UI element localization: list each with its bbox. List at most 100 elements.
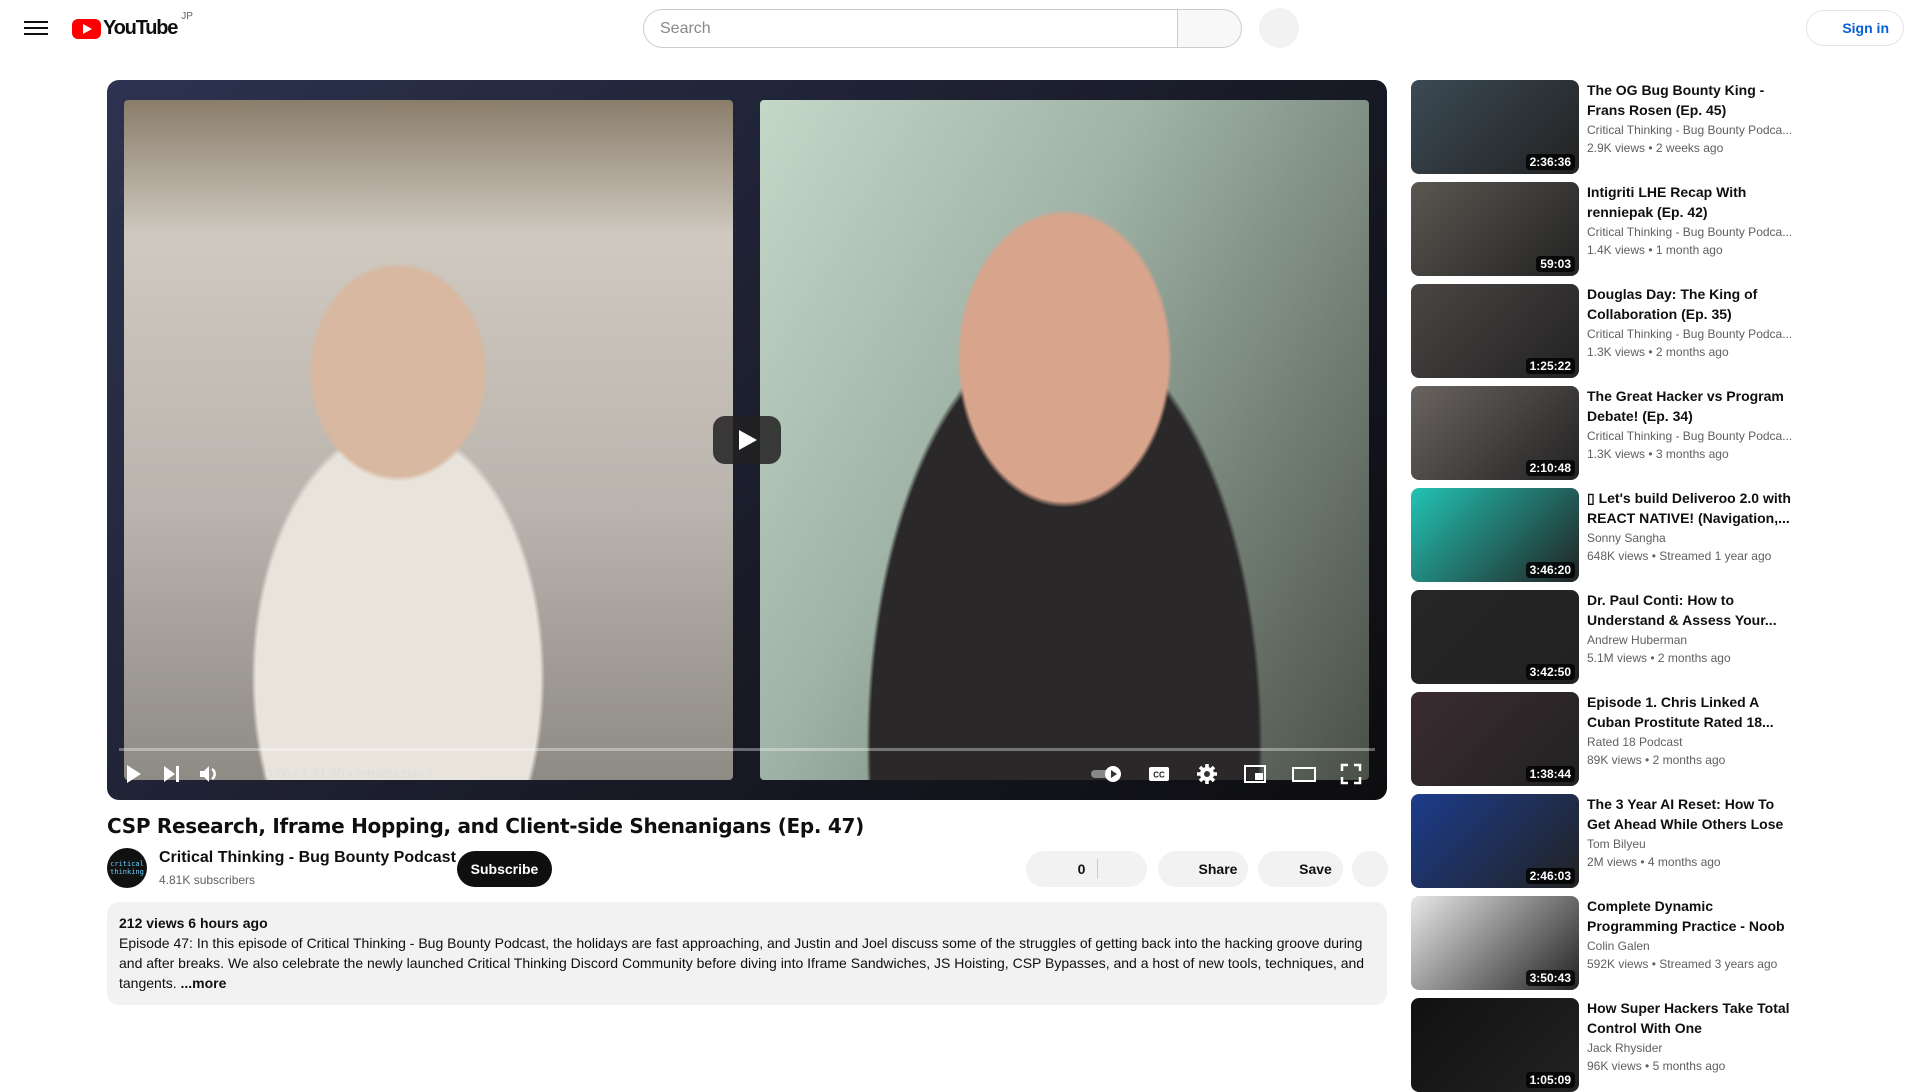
next-icon[interactable] [159,762,183,786]
description-box[interactable]: 212 views 6 hours ago Episode 47: In thi… [107,902,1387,1005]
region-label: JP [181,11,193,22]
save-button[interactable]: Save [1258,851,1343,887]
recommendation-meta: 1.4K views • 1 month ago [1587,243,1723,257]
thumbnail[interactable]: 3:50:43 [1411,896,1579,990]
search-input[interactable] [643,9,1178,48]
recommendation-meta: 89K views • 2 months ago [1587,753,1726,767]
thumbnail[interactable]: 2:46:03 [1411,794,1579,888]
recommendation-channel[interactable]: Colin Galen [1587,939,1797,953]
upload-age: 2 months ago [1655,345,1729,359]
view-count: 96K views [1587,1059,1642,1073]
view-count: 89K views [1587,753,1642,767]
voice-search-button[interactable] [1259,8,1299,48]
sign-in-label: Sign in [1842,20,1889,36]
recommendation-title[interactable]: Episode 1. Chris Linked A Cuban Prostitu… [1587,692,1797,732]
view-count: 648K views [1587,549,1649,563]
duration-badge: 59:03 [1536,256,1575,272]
recommendation-channel[interactable]: Critical Thinking - Bug Bounty Podca... [1587,123,1797,137]
autoplay-toggle-icon[interactable] [1089,762,1125,786]
recommendation-item[interactable]: 3:42:50 Dr. Paul Conti: How to Understan… [1411,590,1911,684]
thumbnail[interactable]: 59:03 [1411,182,1579,276]
thumbnail[interactable]: 1:05:09 [1411,998,1579,1092]
recommendation-channel[interactable]: Critical Thinking - Bug Bounty Podca... [1587,225,1797,239]
recommendation-title[interactable]: Intigriti LHE Recap With renniepak (Ep. … [1587,182,1797,222]
upload-age: Streamed 1 year ago [1659,549,1772,563]
recommendation-item[interactable]: 2:46:03 The 3 Year AI Reset: How To Get … [1411,794,1911,888]
video-player[interactable]: 0:00 / 1:31:50 • Introduction › CC [107,80,1387,800]
channel-avatar[interactable]: critical thinking [107,848,147,888]
upload-age: 1 month ago [1655,243,1723,257]
sign-in-button[interactable]: Sign in [1806,10,1904,46]
progress-bar[interactable] [119,748,1375,751]
recommendation-item[interactable]: 3:50:43 Complete Dynamic Programming Pra… [1411,896,1911,990]
upload-age: 3 months ago [1655,447,1729,461]
video-frame-left [124,100,733,780]
chapter-button[interactable]: Introduction [356,766,424,781]
play-icon[interactable] [121,762,145,786]
thumbnail[interactable]: 3:46:20 [1411,488,1579,582]
duration-badge: 3:42:50 [1525,664,1575,680]
more-actions-button[interactable] [1352,851,1388,887]
captions-icon[interactable]: CC [1147,762,1171,786]
time-text: 0:00 / 1:31:50 [265,766,345,781]
recommendation-channel[interactable]: Jack Rhysider [1587,1041,1797,1055]
thumbnail[interactable]: 2:10:48 [1411,386,1579,480]
recommendation-item[interactable]: 1:25:22 Douglas Day: The King of Collabo… [1411,284,1911,378]
channel-name[interactable]: Critical Thinking - Bug Bounty Podcast [159,849,456,867]
recommendation-channel[interactable]: Critical Thinking - Bug Bounty Podca... [1587,429,1797,443]
recommendation-item[interactable]: 59:03 Intigriti LHE Recap With renniepak… [1411,182,1911,276]
recommendation-channel[interactable]: Critical Thinking - Bug Bounty Podca... [1587,327,1797,341]
recommendation-item[interactable]: 2:36:36 The OG Bug Bounty King - Frans R… [1411,80,1911,174]
youtube-logo[interactable]: YouTube JP [72,11,193,40]
duration-badge: 1:38:44 [1525,766,1575,782]
recommendation-title[interactable]: Complete Dynamic Programming Practice - … [1587,896,1797,936]
recommendation-title[interactable]: Dr. Paul Conti: How to Understand & Asse… [1587,590,1797,630]
duration-badge: 3:46:20 [1525,562,1575,578]
recommendation-channel[interactable]: Andrew Huberman [1587,633,1797,647]
subscriber-count: 4.81K subscribers [159,873,256,887]
recommendation-item[interactable]: 1:38:44 Episode 1. Chris Linked A Cuban … [1411,692,1911,786]
thumbnail[interactable]: 3:42:50 [1411,590,1579,684]
search-button[interactable] [1178,9,1242,48]
video-frame-right [760,100,1369,780]
settings-gear-icon[interactable] [1195,762,1219,786]
recommendation-channel[interactable]: Tom Bilyeu [1587,837,1797,851]
like-button[interactable]: 0 [1026,851,1147,887]
upload-age: 4 months ago [1647,855,1721,869]
show-more-link[interactable]: ...more [181,975,227,991]
recommendation-title[interactable]: ▯ Let's build Deliveroo 2.0 with REACT N… [1587,488,1797,528]
upload-age: 5 months ago [1652,1059,1726,1073]
recommendation-title[interactable]: The Great Hacker vs Program Debate! (Ep.… [1587,386,1797,426]
theater-mode-icon[interactable] [1291,762,1317,786]
view-count-date: 212 views 6 hours ago [119,915,268,931]
recommendation-title[interactable]: Douglas Day: The King of Collaboration (… [1587,284,1797,324]
recommendation-channel[interactable]: Sonny Sangha [1587,531,1797,545]
recommendation-title[interactable]: The 3 Year AI Reset: How To Get Ahead Wh… [1587,794,1797,834]
recommendation-title[interactable]: How Super Hackers Take Total Control Wit… [1587,998,1797,1038]
duration-badge: 2:10:48 [1525,460,1575,476]
volume-icon[interactable] [197,762,221,786]
thumbnail[interactable]: 2:36:36 [1411,80,1579,174]
thumbnail[interactable]: 1:38:44 [1411,692,1579,786]
recommendation-meta: 2.9K views • 2 weeks ago [1587,141,1724,155]
recommendation-channel[interactable]: Rated 18 Podcast [1587,735,1797,749]
youtube-play-icon [72,18,101,39]
upload-age: Streamed 3 years ago [1659,957,1778,971]
recommendation-meta: 5.1M views • 2 months ago [1587,651,1731,665]
recommendation-title[interactable]: The OG Bug Bounty King - Frans Rosen (Ep… [1587,80,1797,120]
menu-button[interactable] [24,17,48,41]
thumbnail[interactable]: 1:25:22 [1411,284,1579,378]
subscribe-button[interactable]: Subscribe [457,851,552,887]
share-button[interactable]: Share [1158,851,1248,887]
recommendation-item[interactable]: 2:10:48 The Great Hacker vs Program Deba… [1411,386,1911,480]
recommendation-item[interactable]: 3:46:20 ▯ Let's build Deliveroo 2.0 with… [1411,488,1911,582]
miniplayer-icon[interactable] [1243,762,1267,786]
large-play-button[interactable] [713,416,781,464]
svg-text:CC: CC [1153,771,1165,780]
fullscreen-icon[interactable] [1339,762,1363,786]
duration-badge: 1:05:09 [1525,1072,1575,1088]
view-count: 1.4K views [1587,243,1646,257]
recommendation-item[interactable]: 1:05:09 How Super Hackers Take Total Con… [1411,998,1911,1092]
view-count: 5.1M views [1587,651,1648,665]
like-count: 0 [1077,861,1086,877]
